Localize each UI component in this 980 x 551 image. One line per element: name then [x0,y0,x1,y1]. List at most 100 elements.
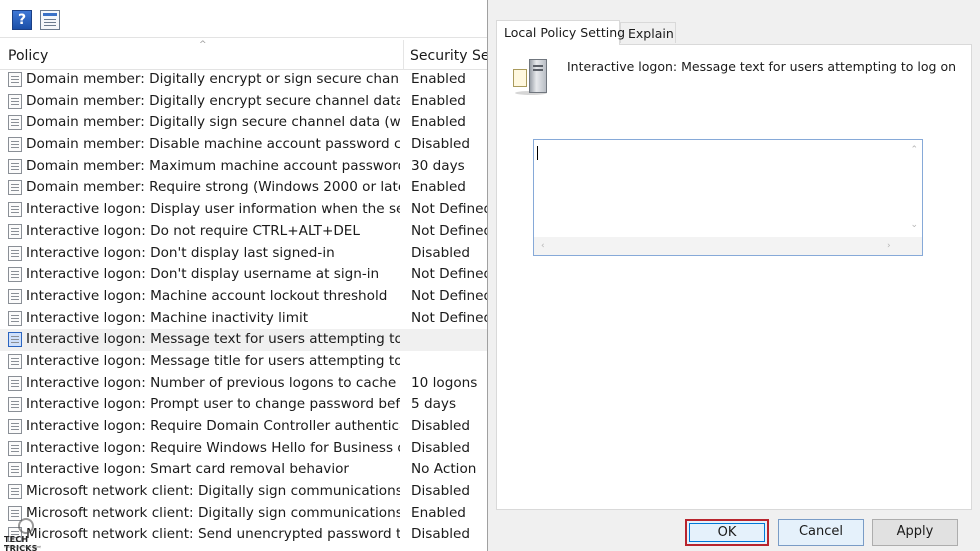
ok-button[interactable]: OK [685,519,769,546]
policy-name: Interactive logon: Require Domain Contro… [26,418,400,434]
policy-row[interactable]: Domain member: Maximum machine account p… [0,156,487,178]
policy-setting-value: 5 days [411,396,457,413]
policy-title: Interactive logon: Message text for user… [567,59,957,74]
watermark-subtext: THỦ THUẬT CÔNG NGHỆ [4,545,42,549]
policy-list-pane: ? ^ Policy Security Setti Domain member:… [0,0,487,551]
policy-row[interactable]: Domain member: Digitally encrypt secure … [0,91,487,113]
policy-item-icon [8,288,22,304]
policy-item-icon [8,137,22,153]
policy-name: Interactive logon: Machine account locko… [26,287,388,304]
policy-setting-value: Disabled [411,439,471,456]
policy-setting-value: No Action [411,461,477,478]
policy-row[interactable]: Interactive logon: Don't display usernam… [0,264,487,286]
properties-icon[interactable] [40,10,60,30]
policy-item-icon [8,158,22,174]
policy-name: Interactive logon: Display user informat… [26,201,400,218]
sort-ascending-icon: ^ [199,40,207,50]
policy-item-icon [8,332,22,348]
policy-name: Domain member: Require strong (Windows 2… [26,179,400,196]
watermark-logo-icon [18,518,34,534]
policy-row[interactable]: Domain member: Disable machine account p… [0,134,487,156]
policy-item-icon [8,267,22,283]
policy-row[interactable]: Interactive logon: Smart card removal be… [0,459,487,481]
policy-item-icon [8,180,22,196]
policy-setting-value: Disabled [411,526,471,543]
policy-name: Microsoft network client: Digitally sign… [26,504,400,521]
policy-name: Interactive logon: Don't display last si… [26,244,335,261]
column-header-security-setting[interactable]: Security Setti [410,48,487,64]
policy-name: Domain member: Digitally encrypt or sign… [26,71,400,87]
policy-server-icon [513,57,549,95]
scroll-left-icon[interactable]: ‹ [541,241,545,251]
policy-row[interactable]: Domain member: Require strong (Windows 2… [0,177,487,199]
policy-item-icon [8,310,22,326]
policy-item-icon [8,115,22,131]
policy-row[interactable]: Interactive logon: Machine inactivity li… [0,308,487,330]
apply-button[interactable]: Apply [872,519,958,546]
policy-setting-value: Not Defined [411,222,487,239]
policy-list: Domain member: Digitally encrypt or sign… [0,69,487,546]
message-text-input[interactable]: ⌃ ⌄ ‹ › [533,139,923,256]
policy-row[interactable]: Microsoft network client: Send unencrypt… [0,524,487,546]
policy-row[interactable]: Interactive logon: Require Domain Contro… [0,416,487,438]
policy-name: Domain member: Disable machine account p… [26,136,400,153]
tab-panel: Interactive logon: Message text for user… [496,44,972,510]
policy-name: Interactive logon: Machine inactivity li… [26,309,309,326]
tab-explain[interactable]: Explain [620,22,676,43]
policy-setting-value: Enabled [411,179,466,196]
policy-name: Microsoft network client: Send unencrypt… [26,526,400,543]
policy-row[interactable]: Interactive logon: Display user informat… [0,199,487,221]
policy-setting-value: Enabled [411,71,466,87]
policy-row[interactable]: Interactive logon: Number of previous lo… [0,373,487,395]
cancel-button[interactable]: Cancel [778,519,864,546]
policy-name: Interactive logon: Message text for user… [26,331,400,348]
policy-name: Interactive logon: Message title for use… [26,352,400,369]
policy-row[interactable]: Interactive logon: Prompt user to change… [0,394,487,416]
policy-setting-value: Enabled [411,92,466,109]
policy-name: Interactive logon: Don't display usernam… [26,266,380,283]
policy-row[interactable]: Interactive logon: Message text for user… [0,329,487,351]
policy-name: Domain member: Digitally encrypt secure … [26,92,400,109]
policy-setting-value: Not Defined [411,287,487,304]
policy-name: Interactive logon: Prompt user to change… [26,396,400,413]
policy-name: Interactive logon: Number of previous lo… [26,374,400,391]
policy-name: Domain member: Maximum machine account p… [26,157,400,174]
policy-row[interactable]: Interactive logon: Do not require CTRL+A… [0,221,487,243]
policy-setting-value: 30 days [411,157,465,174]
policy-item-icon [8,419,22,434]
vertical-scrollbar[interactable]: ⌃ ⌄ [905,140,922,237]
column-divider[interactable] [403,40,404,70]
text-caret [537,146,538,160]
scroll-down-icon[interactable]: ⌄ [910,220,918,230]
policy-properties-dialog: Local Policy Setting Explain Interactive… [487,0,980,551]
column-header-policy[interactable]: Policy [8,48,48,64]
policy-item-icon [8,484,22,500]
policy-item-icon [8,93,22,109]
scroll-right-icon[interactable]: › [887,241,891,251]
policy-row[interactable]: Interactive logon: Require Windows Hello… [0,438,487,460]
policy-item-icon [8,397,22,413]
tab-local-policy-setting[interactable]: Local Policy Setting [496,20,625,45]
policy-item-icon [8,223,22,239]
policy-name: Interactive logon: Do not require CTRL+A… [26,222,360,239]
list-header: ^ Policy Security Setti [0,40,487,70]
toolbar: ? [0,0,487,38]
policy-row[interactable]: Interactive logon: Machine account locko… [0,286,487,308]
policy-row[interactable]: Interactive logon: Don't display last si… [0,243,487,265]
policy-row[interactable]: Domain member: Digitally sign secure cha… [0,112,487,134]
help-icon[interactable]: ? [12,10,32,30]
horizontal-scrollbar[interactable]: ‹ › [534,237,922,255]
policy-row[interactable]: Interactive logon: Message title for use… [0,351,487,373]
policy-row[interactable]: Domain member: Digitally encrypt or sign… [0,69,487,91]
policy-setting-value: Not Defined [411,266,487,283]
policy-name: Interactive logon: Smart card removal be… [26,461,349,478]
policy-row[interactable]: Microsoft network client: Digitally sign… [0,503,487,525]
policy-row[interactable]: Microsoft network client: Digitally sign… [0,481,487,503]
policy-setting-value: Not Defined [411,201,487,218]
scroll-up-icon[interactable]: ⌃ [910,145,918,155]
policy-setting-value: Disabled [411,136,471,153]
policy-item-icon [8,353,22,369]
policy-item-icon [8,440,22,456]
policy-setting-value: Not Defined [411,309,487,326]
policy-item-icon [8,462,22,478]
